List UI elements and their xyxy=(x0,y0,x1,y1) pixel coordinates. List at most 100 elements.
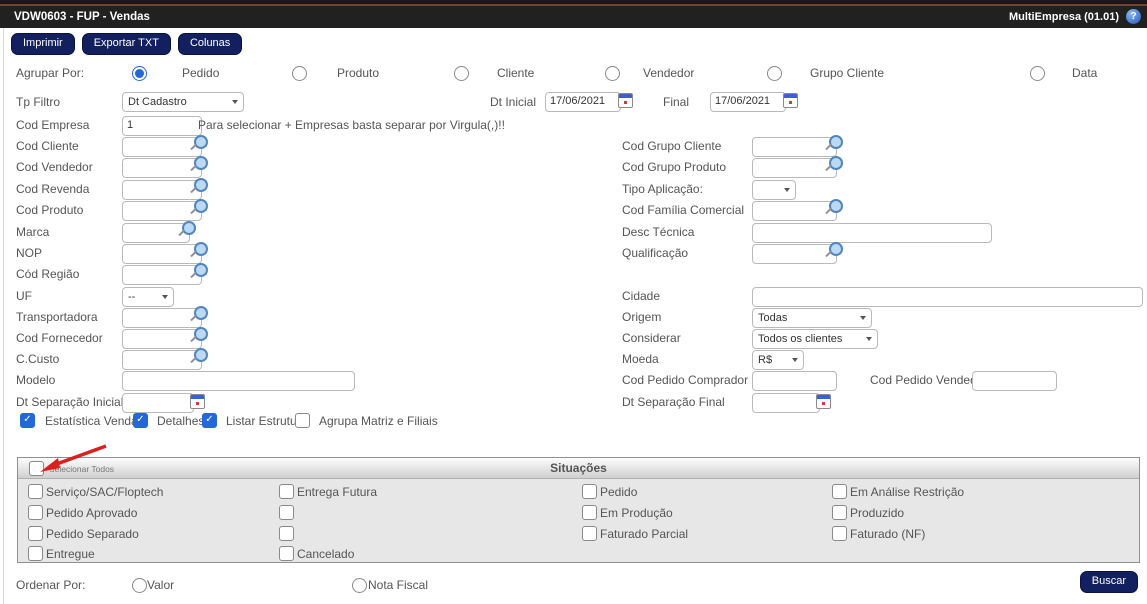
cod-grupo-cliente-input[interactable] xyxy=(752,137,837,157)
search-icon[interactable] xyxy=(829,242,843,256)
search-icon[interactable] xyxy=(194,178,208,192)
checkbox-servico-sac-floptech[interactable] xyxy=(28,484,43,499)
nop-input[interactable] xyxy=(122,244,202,264)
checkbox-agrupa-matriz-e-filiais[interactable] xyxy=(295,413,310,428)
cod-pedido-vendedor-input[interactable] xyxy=(972,371,1057,391)
moeda-select[interactable]: R$ xyxy=(752,350,804,370)
dt-separacao-inicial-input[interactable] xyxy=(122,393,194,413)
search-icon[interactable] xyxy=(194,156,208,170)
em-analise-restricao-checkbox-label: Em Análise Restrição xyxy=(850,485,964,499)
buscar-button[interactable]: Buscar xyxy=(1080,571,1138,593)
cod-revenda-input[interactable] xyxy=(122,180,202,200)
cod-cliente-input[interactable] xyxy=(122,137,202,157)
estatistica-venda-checkbox-label: Estatística Venda xyxy=(45,414,138,428)
chevron-down-icon xyxy=(866,337,872,341)
checkbox-listar-estrutura[interactable]: ✓ xyxy=(202,413,217,428)
cod-revenda-label: Cod Revenda xyxy=(16,182,89,196)
radio-data[interactable] xyxy=(1030,66,1045,81)
search-icon[interactable] xyxy=(194,306,208,320)
checkbox-detalhes[interactable]: ✓ xyxy=(133,413,148,428)
dt-separacao-final-input[interactable] xyxy=(752,393,820,413)
checkbox-em-producao[interactable] xyxy=(582,505,597,520)
checkbox-em-analise-restricao[interactable] xyxy=(832,484,847,499)
tipo-aplicacao-select[interactable] xyxy=(752,180,796,200)
search-icon[interactable] xyxy=(829,135,843,149)
dt-final-input[interactable]: 17/06/2021 xyxy=(710,92,786,112)
considerar-select[interactable]: Todos os clientes xyxy=(752,329,878,349)
dt-separacao-inicial-label: Dt Separação Inicial xyxy=(16,395,123,409)
search-icon[interactable] xyxy=(194,135,208,149)
modelo-input[interactable] xyxy=(122,371,355,391)
search-icon[interactable] xyxy=(194,242,208,256)
cod-vendedor-input[interactable] xyxy=(122,158,202,178)
calendar-icon[interactable] xyxy=(618,93,633,108)
tp-filtro-select[interactable]: Dt Cadastro xyxy=(122,92,244,112)
checkbox-estatistica-venda[interactable]: ✓ xyxy=(20,413,35,428)
colunas-button[interactable]: Colunas xyxy=(178,33,242,55)
checkbox-pedido-aprovado[interactable] xyxy=(28,505,43,520)
faturado-nf-checkbox-label: Faturado (NF) xyxy=(850,527,925,541)
cliente-radio-label: Cliente xyxy=(497,66,534,80)
cod-empresa-input[interactable]: 1 xyxy=(122,116,202,136)
checkbox-entrega-futura[interactable] xyxy=(279,484,294,499)
uf-select[interactable]: -- xyxy=(122,287,174,307)
pedido-radio-label: Pedido xyxy=(182,66,219,80)
search-icon[interactable] xyxy=(182,221,196,235)
checkbox-entregue[interactable] xyxy=(28,546,43,561)
cidade-input[interactable] xyxy=(752,287,1143,307)
checkbox-unlabeled[interactable] xyxy=(279,505,294,520)
exportar-txt-button[interactable]: Exportar TXT xyxy=(82,33,171,55)
detalhes-checkbox-label: Detalhes xyxy=(157,414,204,428)
help-icon[interactable]: ? xyxy=(1126,9,1141,24)
search-icon[interactable] xyxy=(829,156,843,170)
chevron-down-icon xyxy=(860,316,866,320)
cod-fornecedor-input[interactable] xyxy=(122,329,202,349)
radio-vendedor[interactable] xyxy=(605,66,620,81)
desc-tecnica-input[interactable] xyxy=(752,223,992,243)
chevron-down-icon xyxy=(792,358,798,362)
cod-pedido-comprador-input[interactable] xyxy=(752,371,837,391)
dt-inicial-input[interactable]: 17/06/2021 xyxy=(545,92,621,112)
cod-familia-comercial-input[interactable] xyxy=(752,201,837,221)
radio-cliente[interactable] xyxy=(454,66,469,81)
checkbox-produzido[interactable] xyxy=(832,505,847,520)
marca-label: Marca xyxy=(16,225,49,239)
radio-produto[interactable] xyxy=(292,66,307,81)
calendar-icon[interactable] xyxy=(783,93,798,108)
tp-filtro-label: Tp Filtro xyxy=(16,95,60,109)
radio-grupo-cliente[interactable] xyxy=(767,66,782,81)
dt-inicial-label: Dt Inicial xyxy=(490,95,536,109)
calendar-icon[interactable] xyxy=(816,394,831,409)
checkbox-faturado-nf[interactable] xyxy=(832,526,847,541)
search-icon[interactable] xyxy=(194,199,208,213)
calendar-icon[interactable] xyxy=(190,394,205,409)
radio-nota-fiscal[interactable] xyxy=(352,578,367,593)
c-custo-input[interactable] xyxy=(122,350,202,370)
radio-pedido[interactable] xyxy=(132,66,147,81)
checkbox-faturado-parcial[interactable] xyxy=(582,526,597,541)
transportadora-input[interactable] xyxy=(122,308,202,328)
faturado-parcial-checkbox-label: Faturado Parcial xyxy=(600,527,688,541)
search-icon[interactable] xyxy=(829,199,843,213)
search-icon[interactable] xyxy=(194,263,208,277)
cod-vendedor-label: Cod Vendedor xyxy=(16,160,93,174)
moeda-select-value: R$ xyxy=(758,354,772,366)
checkbox-unlabeled[interactable] xyxy=(279,526,294,541)
cod-cliente-label: Cod Cliente xyxy=(16,139,79,153)
cod-empresa-label: Cod Empresa xyxy=(16,118,89,132)
situacoes-header: Selecionar Todos Situações xyxy=(18,458,1139,479)
checkbox-pedido-separado[interactable] xyxy=(28,526,43,541)
origem-select[interactable]: Todas xyxy=(752,308,872,328)
cod-regiao-input[interactable] xyxy=(122,265,202,285)
cod-pedido-vendedor-label: Cod Pedido Vendedor xyxy=(870,373,987,387)
checkbox-pedido[interactable] xyxy=(582,484,597,499)
cod-produto-input[interactable] xyxy=(122,201,202,221)
checkbox-cancelado[interactable] xyxy=(279,546,294,561)
produto-radio-label: Produto xyxy=(337,66,379,80)
radio-valor[interactable] xyxy=(132,578,147,593)
cod-grupo-produto-input[interactable] xyxy=(752,158,837,178)
search-icon[interactable] xyxy=(194,327,208,341)
qualificacao-input[interactable] xyxy=(752,244,837,264)
search-icon[interactable] xyxy=(194,348,208,362)
imprimir-button[interactable]: Imprimir xyxy=(11,33,75,55)
